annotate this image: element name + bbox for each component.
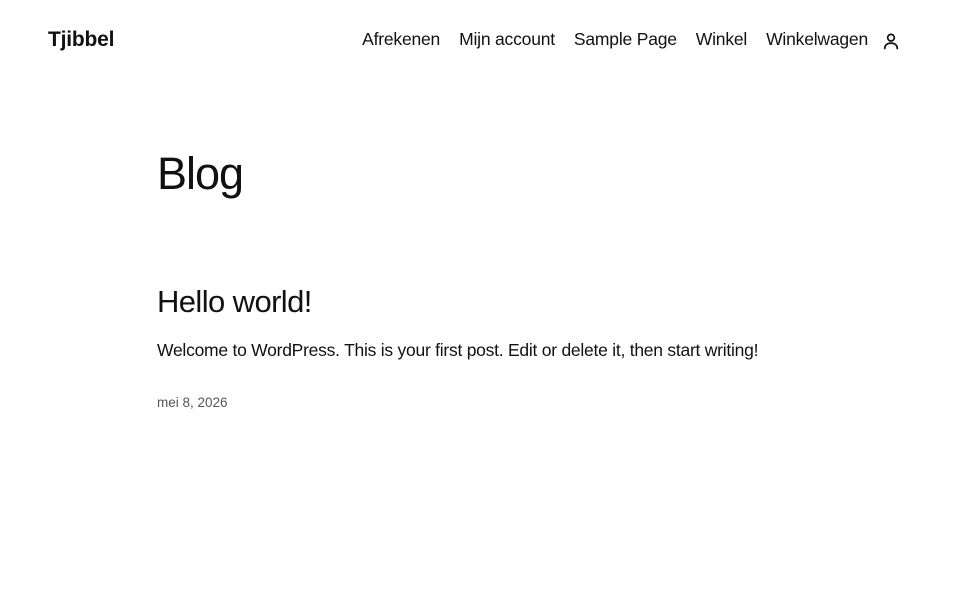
nav-item-winkel[interactable]: Winkel <box>696 29 748 50</box>
primary-navigation: Afrekenen Mijn account Sample Page Winke… <box>362 29 868 50</box>
nav-item-mijn-account[interactable]: Mijn account <box>459 29 555 50</box>
post-date: mei 8, 2026 <box>157 395 228 410</box>
post-excerpt: Welcome to WordPress. This is your first… <box>157 340 759 360</box>
user-icon[interactable] <box>880 30 902 52</box>
nav-item-sample-page[interactable]: Sample Page <box>574 29 677 50</box>
nav-item-winkelwagen[interactable]: Winkelwagen <box>766 29 868 50</box>
page-title: Blog <box>157 148 244 199</box>
post-title-link[interactable]: Hello world! <box>157 284 312 320</box>
nav-item-afrekenen[interactable]: Afrekenen <box>362 29 440 50</box>
site-title-link[interactable]: Tjibbel <box>48 28 114 52</box>
site-header: Tjibbel Afrekenen Mijn account Sample Pa… <box>0 0 960 82</box>
